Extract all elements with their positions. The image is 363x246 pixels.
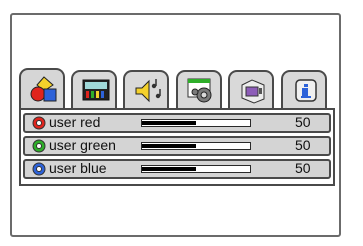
user-green-label: user green xyxy=(49,137,116,153)
tab-bar xyxy=(19,68,335,109)
tab-display[interactable] xyxy=(71,70,117,108)
tab-audio[interactable] xyxy=(123,70,169,108)
adjustment-panel: user red 50 user green 50 user blue 50 xyxy=(19,108,335,186)
tab-information[interactable] xyxy=(281,70,327,108)
user-red-slider[interactable] xyxy=(141,119,251,127)
user-red-row[interactable]: user red 50 xyxy=(23,113,331,133)
red-adjust-icon xyxy=(31,115,47,136)
user-blue-value: 50 xyxy=(295,160,311,176)
user-red-value: 50 xyxy=(295,114,311,130)
user-blue-slider-fill xyxy=(142,167,196,171)
blue-adjust-icon xyxy=(31,161,47,182)
user-green-value: 50 xyxy=(295,137,311,153)
user-green-slider-fill xyxy=(142,144,196,148)
green-adjust-icon xyxy=(31,138,47,159)
user-red-label: user red xyxy=(49,114,101,130)
user-green-slider[interactable] xyxy=(141,142,251,150)
tab-settings[interactable] xyxy=(176,70,222,108)
user-blue-label: user blue xyxy=(49,160,107,176)
tab-input-source[interactable] xyxy=(228,70,274,108)
tab-picture[interactable] xyxy=(19,68,65,109)
user-blue-slider[interactable] xyxy=(141,165,251,173)
user-green-row[interactable]: user green 50 xyxy=(23,136,331,156)
user-blue-row[interactable]: user blue 50 xyxy=(23,159,331,179)
user-red-slider-fill xyxy=(142,121,196,125)
